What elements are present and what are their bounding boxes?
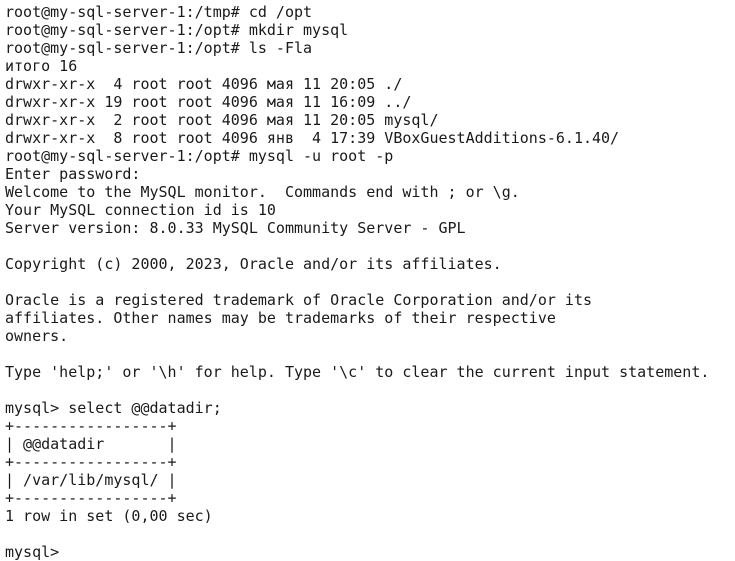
- terminal-line: 1 row in set (0,00 sec): [5, 507, 213, 525]
- terminal-line: drwxr-xr-x 19 root root 4096 мая 11 16:0…: [5, 93, 412, 111]
- terminal-line: Type 'help;' or '\h' for help. Type '\c'…: [5, 363, 710, 381]
- terminal-line: Server version: 8.0.33 MySQL Community S…: [5, 219, 466, 237]
- result-table-border: +-----------------+: [5, 417, 177, 435]
- terminal-line: owners.: [5, 327, 69, 345]
- terminal-line: drwxr-xr-x 2 root root 4096 мая 11 20:05…: [5, 111, 439, 129]
- terminal-line: Oracle is a registered trademark of Orac…: [5, 291, 592, 309]
- terminal-line: root@my-sql-server-1:/opt# ls -Fla: [5, 39, 313, 57]
- result-table-row: | /var/lib/mysql/ |: [5, 471, 177, 489]
- terminal-line: Your MySQL connection id is 10: [5, 201, 276, 219]
- terminal-line: drwxr-xr-x 4 root root 4096 мая 11 20:05…: [5, 75, 403, 93]
- terminal-line: Welcome to the MySQL monitor. Commands e…: [5, 183, 520, 201]
- terminal-line: Enter password:: [5, 165, 141, 183]
- result-table-header: | @@datadir |: [5, 435, 177, 453]
- terminal-line: drwxr-xr-x 8 root root 4096 янв 4 17:39 …: [5, 129, 620, 147]
- terminal-line: итого 16: [5, 57, 78, 75]
- mysql-prompt-input[interactable]: mysql>: [5, 543, 735, 561]
- terminal-line: mysql> select @@datadir;: [5, 399, 222, 417]
- terminal-line: affiliates. Other names may be trademark…: [5, 309, 556, 327]
- terminal-line: root@my-sql-server-1:/tmp# cd /opt: [5, 3, 313, 21]
- terminal-line: root@my-sql-server-1:/opt# mkdir mysql: [5, 21, 349, 39]
- terminal-window[interactable]: root@my-sql-server-1:/tmp# cd /opt root@…: [0, 0, 735, 561]
- result-table-border: +-----------------+: [5, 489, 177, 507]
- terminal-line: Copyright (c) 2000, 2023, Oracle and/or …: [5, 255, 502, 273]
- result-table-border: +-----------------+: [5, 453, 177, 471]
- terminal-line: root@my-sql-server-1:/opt# mysql -u root…: [5, 147, 394, 165]
